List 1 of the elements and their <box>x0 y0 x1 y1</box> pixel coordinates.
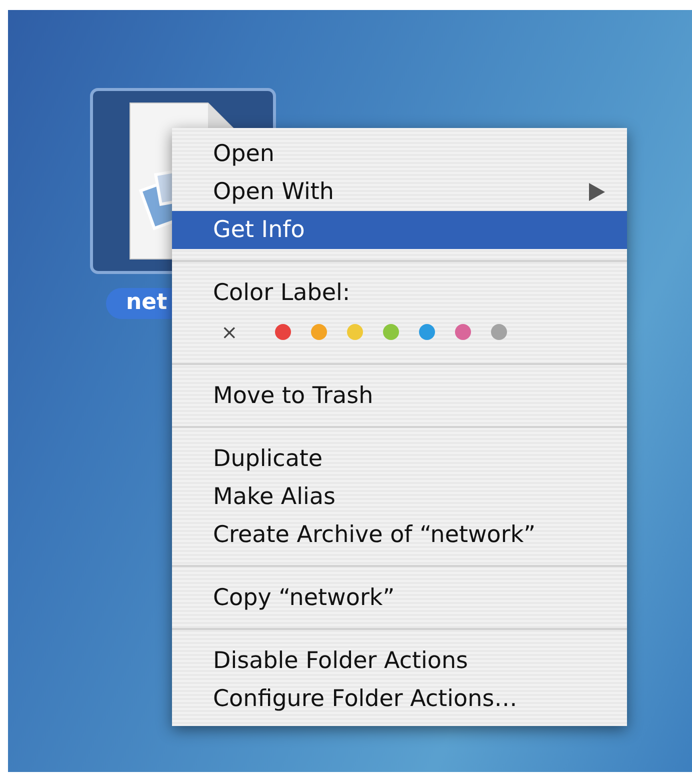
color-label-heading: Color Label: <box>212 279 352 308</box>
